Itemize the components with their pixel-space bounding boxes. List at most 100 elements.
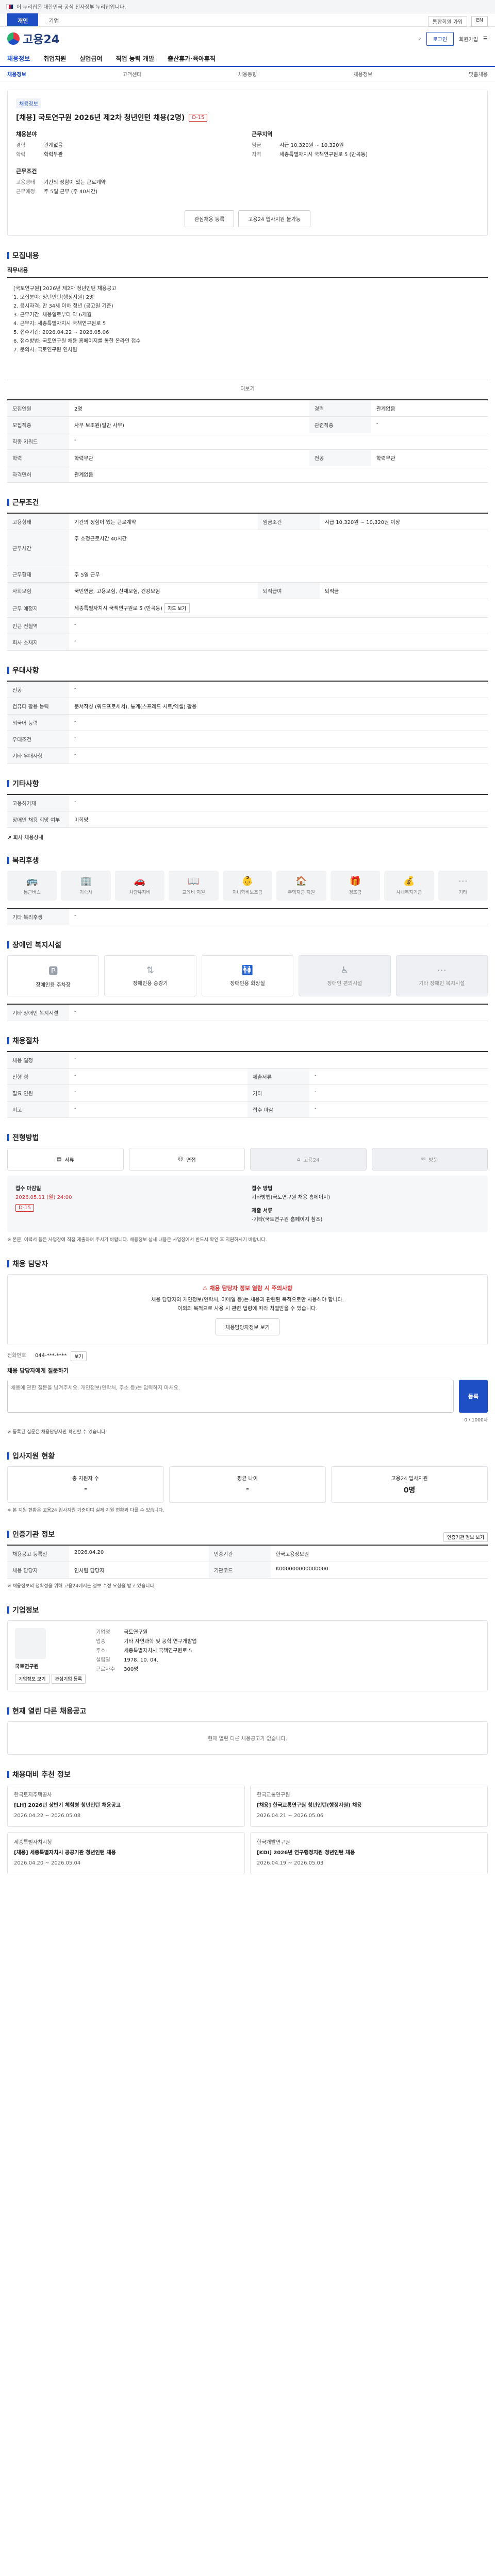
gnb-item-jobs[interactable]: 채용정보 bbox=[7, 54, 30, 63]
show-contact-button[interactable]: 채용담당자정보 보기 bbox=[216, 1318, 279, 1335]
company-row-value: 300명 bbox=[124, 1667, 139, 1672]
recommend-card[interactable]: 한국개발연구원 [KDI] 2026년 연구행정지원 청년인턴 채용 2026.… bbox=[250, 1832, 488, 1874]
recommend-date: 2026.04.19 ~ 2026.05.03 bbox=[257, 1860, 324, 1866]
row-value: 관계없음 bbox=[69, 466, 488, 483]
row-value: 주 5일 근무 bbox=[69, 566, 488, 583]
welfare-label: 차량유지비 bbox=[129, 890, 151, 895]
workplace-address: 세종특별자치시 국책연구원로 5 (반곡동) bbox=[74, 606, 162, 612]
language-link[interactable]: EN bbox=[471, 16, 488, 27]
apply-disabled-button[interactable]: 고용24 입사지원 불가능 bbox=[238, 210, 311, 227]
header-tools: ⌕ 로그인 회원가입 ☰ bbox=[418, 31, 488, 46]
summary-left: 채용분야 경력 관계없음 학력 학력무관 근무조건 고용형태 기간의 정함이 있는 근… bbox=[16, 130, 243, 197]
description-line: 4. 근무지: 세종특별자치시 국책연구원로 5 bbox=[13, 321, 106, 327]
building-icon: 🏢 bbox=[80, 876, 92, 887]
subnav-item-jobs[interactable]: 채용정보 bbox=[7, 70, 26, 78]
disability-other-table: 기타 장애인 복지시설 - bbox=[7, 1004, 488, 1021]
menu-icon[interactable]: ☰ bbox=[483, 36, 488, 42]
summary-right-head: 근무지역 bbox=[252, 131, 273, 138]
qa-row: 등록 bbox=[7, 1380, 488, 1413]
row-label: 전공 bbox=[7, 681, 69, 698]
gnb-item-leave[interactable]: 출산휴가·육아휴직 bbox=[168, 54, 216, 63]
row-label: 우대조건 bbox=[7, 731, 69, 748]
row-label: 채용 담당자 bbox=[7, 1562, 69, 1579]
row-label: 근무시간 bbox=[7, 530, 69, 566]
company-row: 근로자수 300명 bbox=[96, 1665, 480, 1674]
submit-question-button[interactable]: 등록 bbox=[459, 1380, 488, 1413]
privacy-warning: ⚠ 채용 담당자 정보 열람 시 주의사항 채용 담당자의 개인정보(연락처, … bbox=[7, 1274, 488, 1345]
table-row: 우대조건 - bbox=[7, 731, 488, 748]
section-title: 기타사항 bbox=[7, 778, 488, 789]
row-value: - bbox=[371, 416, 488, 433]
tab-individual[interactable]: 개인 bbox=[7, 13, 39, 26]
row-label: 근무형태 bbox=[7, 566, 69, 583]
stat-value: 0명 bbox=[403, 1486, 416, 1495]
login-button[interactable]: 로그인 bbox=[426, 31, 454, 46]
scrap-button[interactable]: 관심채용 등록 bbox=[184, 210, 235, 227]
recommend-card[interactable]: 한국토지주택공사 [LH] 2026년 상반기 체험형 청년인턴 채용공고 20… bbox=[7, 1785, 245, 1827]
recommend-card[interactable]: 한국교통연구원 [채용] 한국교통연구원 청년인턴(행정지원) 채용 2026.… bbox=[250, 1785, 488, 1827]
row-label: 모집인원 bbox=[7, 400, 69, 417]
company-name: 국토연구원 bbox=[15, 1664, 39, 1670]
more-button[interactable]: 더보기 bbox=[7, 384, 488, 392]
disability-item: ⇅ 장애인용 승강기 bbox=[104, 955, 196, 996]
site-logo[interactable]: 고용24 bbox=[7, 30, 59, 47]
stat-card: 평균 나이 - bbox=[169, 1466, 326, 1503]
etc-table: 고용허가제 - 장애인 채용 희망 여부 미희망 bbox=[7, 794, 488, 828]
row-value: - bbox=[69, 1084, 248, 1101]
stat-value: - bbox=[246, 1485, 249, 1493]
summary-left-head: 채용분야 bbox=[16, 131, 37, 138]
row-value: 사무 보조원(일반 사무) bbox=[69, 416, 309, 433]
job-title-row: [채용] 국토연구원 2026년 제2차 청년인턴 채용(2명) D-15 bbox=[16, 112, 479, 123]
stat-label: 고용24 입사지원 bbox=[391, 1476, 428, 1482]
gov-banner: 이 누리집은 대한민국 공식 전자정부 누리집입니다. bbox=[0, 0, 495, 13]
signup-link[interactable]: 회원가입 bbox=[459, 35, 478, 43]
row-label: 사회보험 bbox=[7, 582, 69, 599]
row-label: 학력 bbox=[7, 449, 69, 466]
row-label: 인증기관 bbox=[208, 1545, 271, 1562]
welfare-label: 경조금 bbox=[349, 890, 362, 895]
table-row: 채용 일정 - bbox=[7, 1052, 488, 1069]
subnav-item-help[interactable]: 고객센터 bbox=[123, 70, 142, 78]
recommend-title: [채용] 한국교통연구원 청년인턴(행정지원) 채용 bbox=[257, 1803, 362, 1808]
row-value: 학력무관 bbox=[69, 449, 309, 466]
table-row: 모집직종 사무 보조원(일반 사무) 관련직종 - bbox=[7, 416, 488, 433]
table-row: 근무시간 주 소정근로시간 40시간 bbox=[7, 530, 488, 566]
map-button[interactable]: 지도 보기 bbox=[164, 603, 190, 613]
row-value: - bbox=[69, 681, 488, 698]
company-row-label: 업종 bbox=[96, 1639, 106, 1645]
method-label: 서류 bbox=[64, 1157, 74, 1163]
gnb-item-benefits[interactable]: 실업급여 bbox=[79, 54, 102, 63]
gnb-item-training[interactable]: 직업 능력 개발 bbox=[116, 54, 155, 63]
show-phone-button[interactable]: 보기 bbox=[71, 1351, 87, 1361]
table-row: 직종 키워드 - bbox=[7, 433, 488, 450]
stats-row: 총 지원자 수 - 평균 나이 - 고용24 입사지원 0명 bbox=[7, 1466, 488, 1503]
subnav-item-jobinfo[interactable]: 채용정보 bbox=[353, 70, 372, 78]
deadline-block: 접수 마감일 2026.05.11 (월) 24:00 D-15 bbox=[15, 1184, 243, 1224]
gnb-item-support[interactable]: 취업지원 bbox=[43, 54, 66, 63]
row-label: 전형 형 bbox=[7, 1068, 69, 1085]
row-value: 한국고용정보원 bbox=[270, 1545, 488, 1562]
company-row: 기업명 국토연구원 bbox=[96, 1628, 480, 1637]
company-detail-link[interactable]: ↗ 회사 채용상세 bbox=[7, 833, 488, 841]
welfare-item: ⋯ 기타 bbox=[438, 871, 488, 901]
section-title: 입사지원 현황 bbox=[7, 1451, 488, 1461]
description-line: 5. 접수기간: 2026.04.22 ~ 2026.05.06 bbox=[13, 330, 109, 335]
disability-item: 🅿 장애인용 주차장 bbox=[7, 955, 100, 996]
row-value: - bbox=[69, 731, 488, 748]
tab-company[interactable]: 기업 bbox=[38, 13, 69, 26]
table-row: 자격면허 관계없음 bbox=[7, 466, 488, 483]
company-info-button[interactable]: 기업정보 보기 bbox=[15, 1674, 50, 1684]
member-signup-link[interactable]: 통합회원 가입 bbox=[427, 16, 468, 27]
info-button[interactable]: 인증기관 정보 보기 bbox=[443, 1532, 488, 1542]
welfare-label: 자녀학비보조금 bbox=[233, 890, 262, 895]
row-value: - bbox=[69, 1101, 248, 1118]
question-input[interactable] bbox=[7, 1380, 454, 1413]
recommend-company: 한국교통연구원 bbox=[257, 1792, 290, 1798]
subnav-item-trends[interactable]: 채용동향 bbox=[238, 70, 257, 78]
subnav-item-custom[interactable]: 맞춤채용 bbox=[469, 70, 488, 78]
qa-notes: ※ 등록된 질문은 채용담당자만 확인할 수 있습니다. bbox=[7, 1430, 107, 1435]
recommend-card[interactable]: 세종특별자치시청 [채용] 세종특별자치시 공공기관 청년인턴 채용 2026.… bbox=[7, 1832, 245, 1874]
search-icon[interactable]: ⌕ bbox=[418, 36, 421, 42]
section-title: 채용 담당자 bbox=[7, 1259, 488, 1269]
company-follow-button[interactable]: 관심기업 등록 bbox=[51, 1674, 86, 1684]
